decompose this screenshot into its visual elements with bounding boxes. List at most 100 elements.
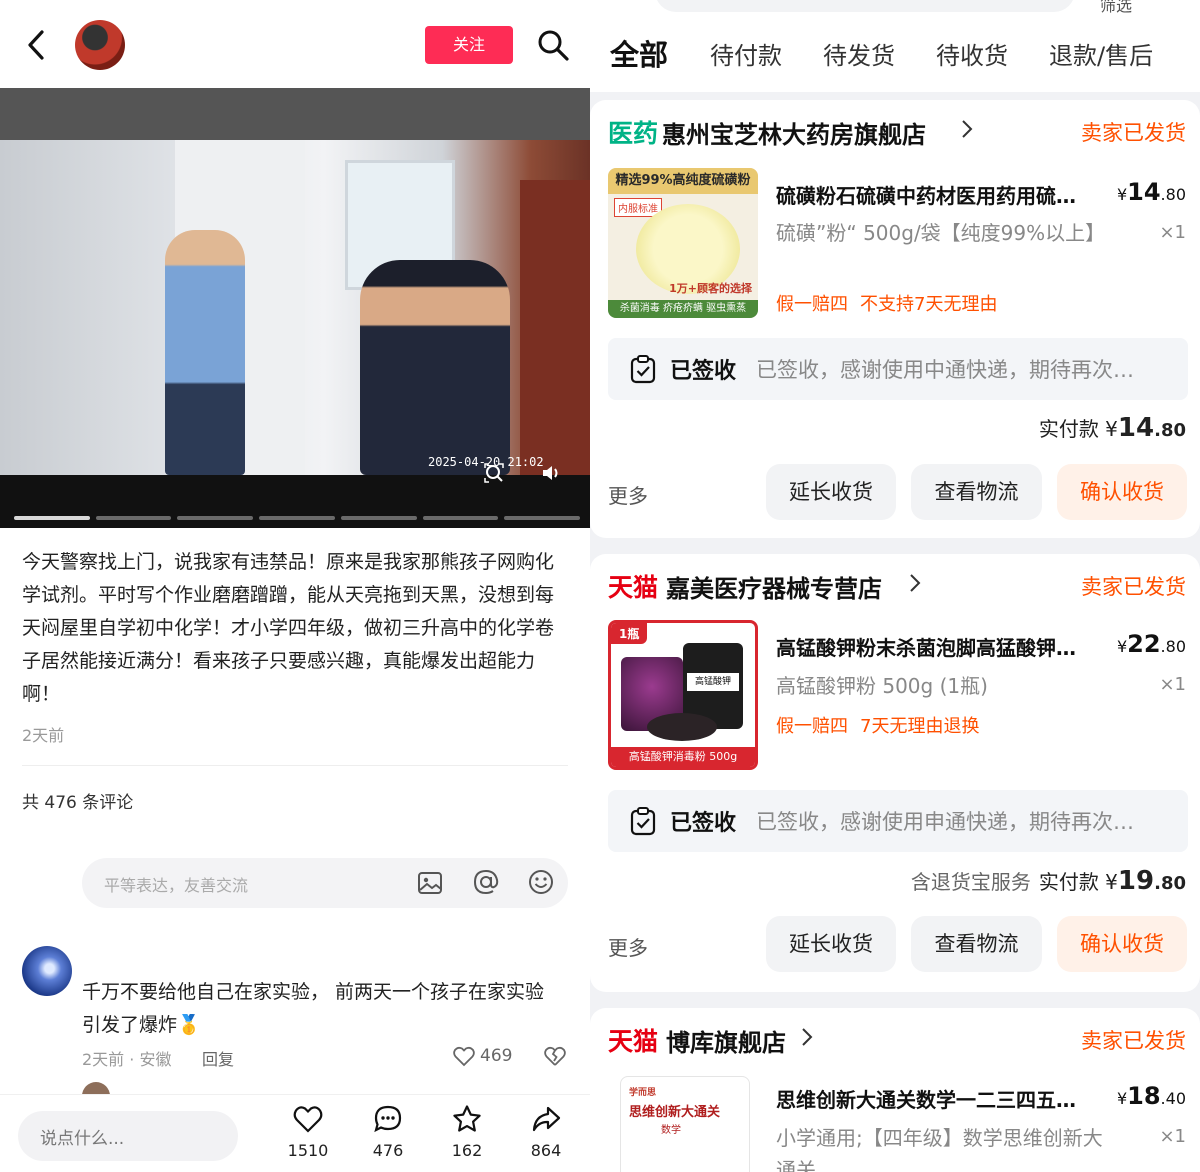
split-screenshot: 关注 2025-04-20 21:02 今天警察找上门，说我家有违禁品！原来是我… [0, 0, 1200, 1172]
product-price: ¥14.80 [1116, 178, 1186, 206]
back-arrow-icon[interactable] [22, 28, 52, 62]
like-button[interactable]: 1510 [276, 1103, 340, 1160]
shop-tag-tmall: 天猫 [608, 1027, 659, 1056]
zoom-icon[interactable] [483, 462, 505, 484]
progress-segment [422, 516, 499, 520]
paid-integer: 14 [1117, 413, 1155, 443]
more-button[interactable]: 更多 [608, 480, 648, 509]
divider [22, 765, 568, 766]
confirm-receipt-button[interactable]: 确认收货 [1057, 464, 1187, 520]
chevron-right-icon[interactable] [800, 1026, 814, 1048]
product-title[interactable]: 硫磺粉石硫磺中药材医用药用硫… [776, 180, 1106, 209]
delivery-label: 已签收 [670, 811, 737, 836]
tag: 假一赔四 [776, 716, 848, 737]
share-count: 864 [530, 1141, 562, 1160]
comment-input[interactable]: 平等表达，友善交流 [82, 858, 568, 908]
progress-segment [340, 516, 417, 520]
extend-receipt-button[interactable]: 延长收货 [766, 916, 896, 972]
video-police-officer-1 [165, 230, 245, 475]
delivery-status-box[interactable]: 已签收 已签收，感谢使用中通快递，期待再次… [608, 338, 1188, 400]
commenter-avatar[interactable] [22, 946, 72, 996]
shop-name[interactable]: 惠州宝芝林大药房旗舰店 [662, 115, 926, 150]
post-action-bar: 说点什么... 1510 476 162 864 [0, 1094, 590, 1172]
delivery-message: 已签收，感谢使用中通快递，期待再次… [756, 358, 1134, 382]
confirm-receipt-button[interactable]: 确认收货 [1057, 916, 1187, 972]
video-progress-segments[interactable] [14, 516, 581, 520]
order-top-bar: 筛选 全部 待付款 待发货 待收货 退款/售后 [590, 0, 1200, 92]
order-card: 天猫 嘉美医疗器械专营店 卖家已发货 1瓶 高锰酸钾 高锰酸钾消毒粉 500g … [590, 554, 1200, 992]
tab-pending-payment[interactable]: 待付款 [710, 36, 782, 71]
delivery-status-box[interactable]: 已签收 已签收，感谢使用申通快递，期待再次… [608, 790, 1188, 852]
video-player[interactable]: 2025-04-20 21:02 [0, 88, 590, 528]
tab-all[interactable]: 全部 [610, 32, 668, 74]
product-title[interactable]: 高锰酸钾粉末杀菌泡脚高猛酸钾… [776, 632, 1106, 661]
post-top-bar: 关注 [0, 0, 590, 88]
paid-decimal: .80 [1154, 873, 1186, 894]
search-icon[interactable] [536, 28, 570, 62]
progress-segment [177, 516, 254, 520]
product-quantity: ×1 [1159, 1126, 1186, 1147]
chevron-right-icon[interactable] [908, 572, 922, 594]
thumb-badge: 1瓶 [611, 623, 648, 644]
shop-name[interactable]: 嘉美医疗器械专营店 [666, 569, 882, 604]
share-button[interactable]: 864 [514, 1103, 578, 1160]
comment-text: 千万不要给他自己在家实验， 前两天一个孩子在家实验引发了爆炸🥇 [82, 981, 545, 1036]
author-avatar[interactable] [75, 20, 125, 70]
order-status: 卖家已发货 [1081, 121, 1186, 145]
paid-decimal: .80 [1154, 420, 1186, 441]
product-tags: 假一赔四 7天无理由退换 [776, 712, 991, 738]
filter-button[interactable]: 筛选 [1100, 0, 1132, 16]
chevron-right-icon[interactable] [960, 118, 974, 140]
broken-heart-icon[interactable] [543, 1044, 567, 1068]
follow-button[interactable]: 关注 [425, 26, 513, 64]
volume-icon[interactable] [540, 462, 562, 484]
more-button[interactable]: 更多 [608, 932, 648, 961]
extend-receipt-button[interactable]: 延长收货 [766, 464, 896, 520]
product-sku: 小学通用;【四年级】数学思维创新大通关 [776, 1126, 1103, 1172]
progress-segment [504, 516, 581, 520]
emoji-icon[interactable] [527, 868, 555, 896]
thumb-book-subject: 数学 [661, 1125, 681, 1136]
tab-pending-shipment[interactable]: 待发货 [823, 36, 895, 71]
comment-button[interactable]: 476 [356, 1103, 420, 1160]
clipboard-check-icon [630, 807, 656, 836]
say-placeholder: 说点什么... [40, 1129, 125, 1149]
product-title[interactable]: 思维创新大通关数学一二三四五… [776, 1084, 1106, 1113]
view-logistics-button[interactable]: 查看物流 [911, 916, 1042, 972]
image-icon[interactable] [417, 870, 443, 896]
product-thumbnail[interactable]: 精选99%高纯度硫磺粉 内服标准 1万+顾客的选择 杀菌消毒 疥疮疥螨 驱虫熏蒸 [608, 168, 758, 318]
price-integer: 14 [1127, 178, 1161, 206]
view-logistics-button[interactable]: 查看物流 [911, 464, 1042, 520]
price-integer: 18 [1127, 1082, 1161, 1110]
shop-name[interactable]: 博库旗舰店 [666, 1023, 786, 1058]
comment-meta: 2天前 · 安徽 [82, 1050, 172, 1069]
paid-integer: 19 [1117, 866, 1155, 896]
product-thumbnail[interactable]: 学而思 思维创新大通关 数学 [620, 1076, 750, 1172]
thumb-banner: 精选99%高纯度硫磺粉 [608, 168, 758, 194]
clipboard-check-icon [630, 355, 656, 384]
progress-segment [14, 516, 90, 520]
heart-icon[interactable] [452, 1044, 476, 1068]
tab-refund-aftersale[interactable]: 退款/售后 [1049, 36, 1153, 71]
thumb-footer: 高锰酸钾消毒粉 500g [611, 747, 755, 767]
comment-reply-button[interactable]: 回复 [202, 1046, 234, 1070]
post-caption: 今天警察找上门，说我家有违禁品！原来是我家那熊孩子网购化学试剂。平时写个作业磨磨… [22, 551, 555, 705]
post-time: 2天前 [22, 726, 65, 745]
tab-pending-receipt[interactable]: 待收货 [936, 36, 1008, 71]
product-thumbnail[interactable]: 1瓶 高锰酸钾 高锰酸钾消毒粉 500g [608, 620, 758, 770]
bottle-label: 高锰酸钾 [687, 673, 739, 691]
thumb-publisher: 学而思 [629, 1088, 657, 1098]
delivery-message: 已签收，感谢使用申通快递，期待再次… [756, 810, 1134, 834]
progress-segment [95, 516, 172, 520]
comment-input-placeholder: 平等表达，友善交流 [104, 876, 249, 895]
favorite-button[interactable]: 162 [435, 1103, 499, 1160]
order-search-bar[interactable] [655, 0, 1075, 12]
product-quantity: ×1 [1159, 674, 1186, 695]
delivery-label: 已签收 [670, 359, 737, 384]
thumb-book-title: 思维创新大通关 [629, 1105, 721, 1120]
say-something-input[interactable]: 说点什么... [18, 1111, 238, 1161]
shop-tag-tmall: 天猫 [608, 573, 659, 602]
video-frame [0, 140, 590, 475]
mention-icon[interactable] [472, 868, 500, 896]
tag: 假一赔四 [776, 294, 848, 315]
